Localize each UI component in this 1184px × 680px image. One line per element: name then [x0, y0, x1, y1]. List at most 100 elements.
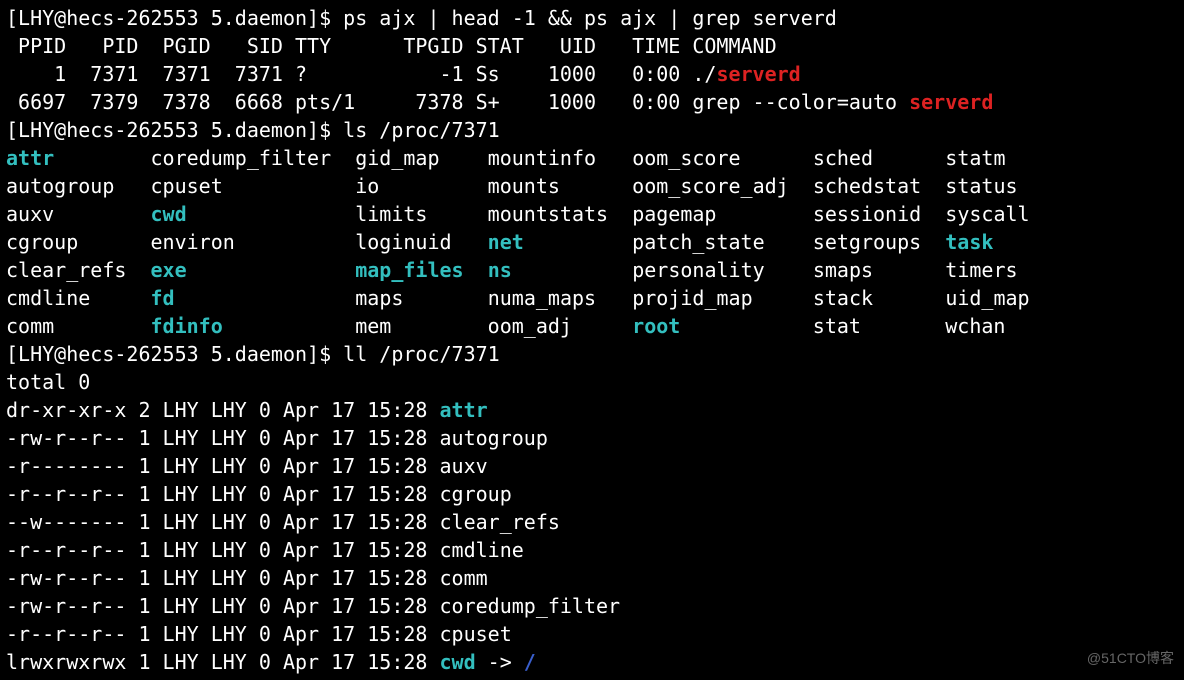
ls-pad: [114, 174, 150, 198]
ls-pad: [572, 314, 632, 338]
ps-row: 6697 7379 7378 6668 pts/1 7378 S+ 1000 0…: [6, 90, 909, 114]
ls-entry: map_files: [355, 258, 463, 282]
command-text[interactable]: ps ajx | head -1 && ps ajx | grep server…: [343, 6, 837, 30]
ls-pad: [921, 202, 945, 226]
ls-pad: [873, 258, 945, 282]
ll-meta: dr-xr-xr-x 2 LHY LHY 0 Apr 17 15:28: [6, 398, 439, 422]
ls-entry: loginuid: [355, 230, 451, 254]
ps-row: 1 7371 7371 7371 ? -1 Ss 1000 0:00: [6, 62, 692, 86]
prompt-context: LHY@hecs-262553 5.daemon: [18, 118, 307, 142]
ls-entry: auxv: [6, 202, 54, 226]
ll-name: autogroup: [439, 426, 547, 450]
ls-entry: mem: [355, 314, 391, 338]
terminal-line: PPID PID PGID SID TTY TPGID STAT UID TIM…: [6, 32, 1178, 60]
terminal-line: -r--r--r-- 1 LHY LHY 0 Apr 17 15:28 cpus…: [6, 620, 1178, 648]
command-text[interactable]: ls /proc/7371: [343, 118, 500, 142]
ll-name: cmdline: [439, 538, 523, 562]
ll-meta: -r--r--r-- 1 LHY LHY 0 Apr 17 15:28: [6, 482, 439, 506]
ls-pad: [235, 230, 355, 254]
terminal-line: lrwxrwxrwx 1 LHY LHY 0 Apr 17 15:28 cwd …: [6, 648, 1178, 676]
ls-pad: [789, 174, 813, 198]
ls-entry: stack: [813, 286, 873, 310]
ls-pad: [90, 286, 150, 310]
prompt-bracket: [: [6, 118, 18, 142]
ll-name: coredump_filter: [439, 594, 620, 618]
ls-entry: gid_map: [355, 146, 439, 170]
ls-entry: pagemap: [632, 202, 716, 226]
ls-pad: [54, 146, 150, 170]
terminal-line: -rw-r--r-- 1 LHY LHY 0 Apr 17 15:28 auto…: [6, 424, 1178, 452]
ls-entry: numa_maps: [488, 286, 596, 310]
ls-entry: coredump_filter: [151, 146, 332, 170]
ls-pad: [403, 286, 487, 310]
watermark: @51CTO博客: [1087, 644, 1174, 672]
terminal-line: [LHY@hecs-262553 5.daemon]$ ls /proc/737…: [6, 116, 1178, 144]
ls-pad: [452, 230, 488, 254]
ls-entry: io: [355, 174, 379, 198]
ls-entry: sched: [813, 146, 873, 170]
ls-pad: [54, 314, 150, 338]
ls-pad: [861, 314, 945, 338]
terminal-line: -r-------- 1 LHY LHY 0 Apr 17 15:28 auxv: [6, 452, 1178, 480]
ls-entry: projid_map: [632, 286, 752, 310]
ls-entry: attr: [6, 146, 54, 170]
ls-entry: patch_state: [632, 230, 764, 254]
ls-entry: clear_refs: [6, 258, 126, 282]
ls-entry: oom_score: [632, 146, 740, 170]
ps-cmd-name: serverd: [716, 62, 800, 86]
terminal-line: clear_refs exe map_files ns personality …: [6, 256, 1178, 284]
prompt-bracket: [: [6, 6, 18, 30]
ls-entry: cwd: [151, 202, 187, 226]
terminal-line: [LHY@hecs-262553 5.daemon]$ ll /proc/737…: [6, 340, 1178, 368]
ls-pad: [560, 174, 632, 198]
ls-entry: timers: [945, 258, 1017, 282]
ls-entry: task: [945, 230, 993, 254]
ls-entry: cpuset: [151, 174, 223, 198]
ls-pad: [753, 286, 813, 310]
ls-entry: oom_adj: [488, 314, 572, 338]
ls-pad: [379, 174, 487, 198]
terminal-line: [LHY@hecs-262553 5.daemon]$ ps ajx | hea…: [6, 4, 1178, 32]
terminal-line: attr coredump_filter gid_map mountinfo o…: [6, 144, 1178, 172]
ll-name: cgroup: [439, 482, 511, 506]
ls-entry: statm: [945, 146, 1005, 170]
ls-entry: smaps: [813, 258, 873, 282]
ps-cmd-prefix: ./: [692, 62, 716, 86]
ls-pad: [765, 258, 813, 282]
ll-meta: -rw-r--r-- 1 LHY LHY 0 Apr 17 15:28: [6, 566, 439, 590]
terminal-line: cmdline fd maps numa_maps projid_map sta…: [6, 284, 1178, 312]
ls-pad: [187, 202, 356, 226]
ls-pad: [223, 174, 355, 198]
terminal-line: cgroup environ loginuid net patch_state …: [6, 228, 1178, 256]
ll-meta: lrwxrwxrwx 1 LHY LHY 0 Apr 17 15:28: [6, 650, 439, 674]
terminal-line: autogroup cpuset io mounts oom_score_adj…: [6, 172, 1178, 200]
ls-entry: wchan: [945, 314, 1005, 338]
ls-entry: net: [488, 230, 524, 254]
ls-pad: [54, 202, 150, 226]
terminal-line: auxv cwd limits mountstats pagemap sessi…: [6, 200, 1178, 228]
terminal-line: -rw-r--r-- 1 LHY LHY 0 Apr 17 15:28 comm: [6, 564, 1178, 592]
ll-name: auxv: [439, 454, 487, 478]
ls-pad: [427, 202, 487, 226]
ls-pad: [596, 286, 632, 310]
prompt-context: LHY@hecs-262553 5.daemon: [18, 342, 307, 366]
ls-entry: ns: [488, 258, 512, 282]
ls-entry: fd: [151, 286, 175, 310]
ls-entry: mounts: [488, 174, 560, 198]
ll-target: /: [524, 650, 536, 674]
ls-pad: [440, 146, 488, 170]
ls-pad: [716, 202, 812, 226]
command-text[interactable]: ll /proc/7371: [343, 342, 500, 366]
ps-grep-match: serverd: [909, 90, 993, 114]
ll-name: clear_refs: [439, 510, 559, 534]
ls-entry: mountinfo: [488, 146, 596, 170]
terminal-line: total 0: [6, 368, 1178, 396]
ls-entry: schedstat: [813, 174, 921, 198]
ls-entry: comm: [6, 314, 54, 338]
ls-pad: [78, 230, 150, 254]
ls-pad: [741, 146, 813, 170]
terminal-output[interactable]: [LHY@hecs-262553 5.daemon]$ ps ajx | hea…: [0, 0, 1184, 676]
ls-pad: [680, 314, 812, 338]
ll-meta: --w------- 1 LHY LHY 0 Apr 17 15:28: [6, 510, 439, 534]
terminal-line: -r--r--r-- 1 LHY LHY 0 Apr 17 15:28 cmdl…: [6, 536, 1178, 564]
